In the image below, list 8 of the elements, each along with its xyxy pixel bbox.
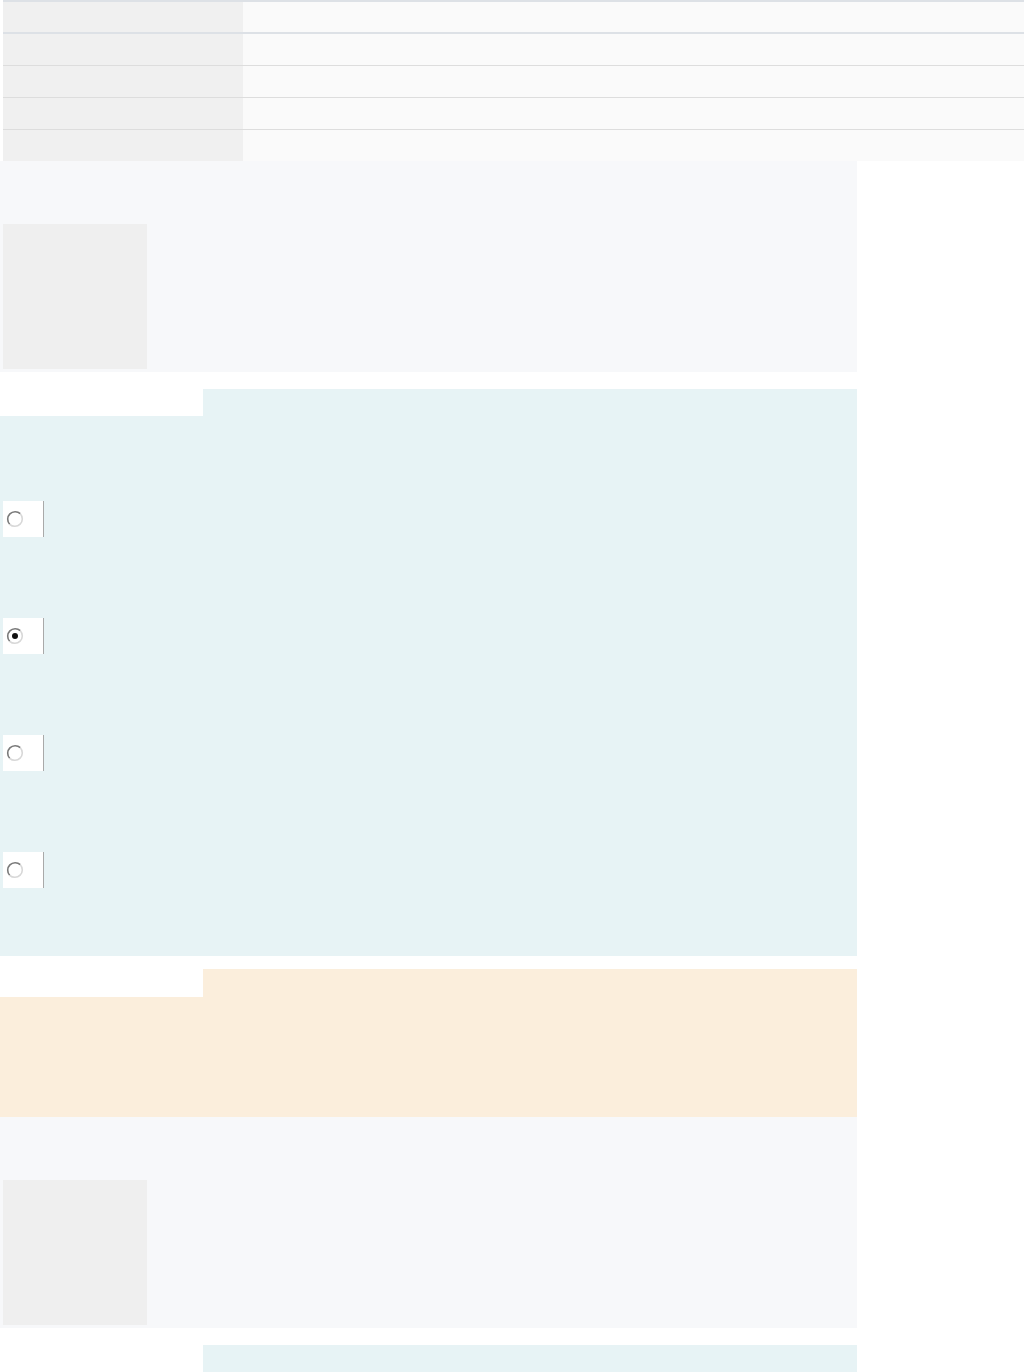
answer-option[interactable] — [3, 735, 44, 771]
radio-button[interactable] — [6, 510, 24, 528]
radio-button[interactable] — [6, 744, 24, 762]
radio-button[interactable] — [6, 627, 24, 645]
answer-option[interactable] — [3, 501, 44, 537]
answer-option[interactable] — [3, 852, 44, 888]
answer-option[interactable] — [3, 618, 44, 654]
radio-button[interactable] — [6, 861, 24, 879]
